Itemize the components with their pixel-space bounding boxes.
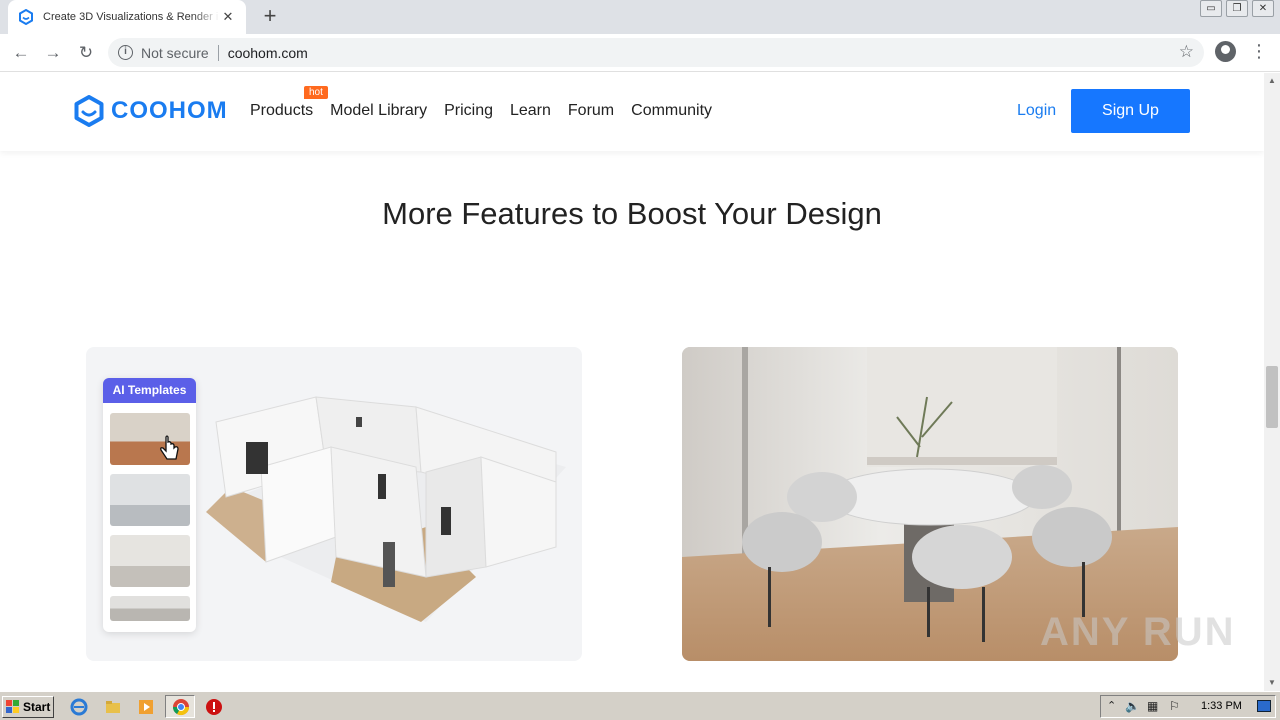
window-controls: ▭ ❐ ✕ [1200, 0, 1274, 17]
nav-pricing[interactable]: Pricing [444, 102, 493, 120]
show-desktop-icon[interactable] [1257, 700, 1271, 712]
template-thumbnail[interactable] [110, 413, 190, 465]
coohom-logo-icon [74, 95, 104, 127]
login-link[interactable]: Login [1017, 102, 1056, 120]
scroll-down-arrow-icon[interactable]: ▼ [1268, 679, 1276, 687]
ai-templates-feature-card: AI Templates [86, 347, 582, 661]
address-bar[interactable]: i Not secure coohom.com ☆ [108, 38, 1204, 67]
nav-learn[interactable]: Learn [510, 102, 551, 120]
forward-arrow-icon[interactable]: → [41, 41, 65, 65]
logo-text: COOHOM [111, 97, 228, 124]
ai-templates-panel: AI Templates [103, 378, 196, 632]
template-thumbnail[interactable] [110, 474, 190, 526]
file-explorer-icon[interactable] [104, 698, 122, 716]
start-button[interactable]: Start [2, 696, 54, 718]
section-heading: More Features to Boost Your Design [382, 196, 882, 231]
network-icon[interactable]: ▦ [1147, 699, 1158, 713]
anyrun-watermark: ANY RUN [1040, 610, 1236, 654]
nav-model-library[interactable]: Model Library [330, 102, 427, 120]
tab-close-icon[interactable]: ✕ [220, 9, 236, 25]
windows-flag-icon [6, 700, 19, 713]
scrollbar-thumb[interactable] [1266, 366, 1278, 428]
new-tab-button[interactable]: + [258, 5, 282, 29]
main-nav: Products hot Model Library Pricing Learn… [250, 86, 729, 120]
action-center-flag-icon[interactable]: ⚐ [1169, 699, 1180, 713]
windows-taskbar: Start ⌃ 🔈 ▦ ⚐ 1:33 PM [0, 691, 1280, 720]
coohom-favicon-icon [19, 9, 33, 25]
scroll-up-arrow-icon[interactable]: ▲ [1268, 77, 1276, 85]
nav-community[interactable]: Community [631, 102, 712, 120]
sign-up-button[interactable]: Sign Up [1071, 89, 1190, 133]
nav-products-label: Products [250, 102, 314, 119]
volume-icon[interactable]: 🔈 [1125, 699, 1140, 713]
info-icon[interactable]: i [118, 45, 133, 60]
tray-expand-icon[interactable]: ⌃ [1107, 699, 1116, 712]
close-window-button[interactable]: ✕ [1252, 0, 1274, 17]
taskbar-chrome-task[interactable] [165, 695, 195, 718]
omnibox-divider [217, 44, 219, 61]
nav-products[interactable]: Products hot [250, 86, 328, 120]
back-arrow-icon[interactable]: ← [9, 41, 33, 65]
template-thumbnail[interactable] [110, 596, 190, 621]
tab-strip: Create 3D Visualizations & Render in ✕ +… [0, 0, 1280, 34]
browser-toolbar: ← → ↻ i Not secure coohom.com ☆ [0, 34, 1280, 72]
tab-title: Create 3D Visualizations & Render in [43, 11, 219, 23]
clock[interactable]: 1:33 PM [1201, 700, 1242, 712]
reload-icon[interactable]: ↻ [74, 41, 98, 65]
media-player-icon[interactable] [137, 698, 155, 716]
system-tray: ⌃ 🔈 ▦ ⚐ 1:33 PM [1100, 695, 1276, 718]
page-viewport: COOHOM Products hot Model Library Pricin… [0, 73, 1264, 691]
minimize-button[interactable]: ▭ [1200, 0, 1222, 17]
restore-button[interactable]: ❐ [1226, 0, 1248, 17]
internet-explorer-icon[interactable] [70, 698, 88, 716]
start-label: Start [23, 700, 51, 714]
security-shield-icon[interactable] [205, 698, 223, 716]
url-text[interactable]: coohom.com [228, 45, 308, 61]
hot-badge: hot [304, 86, 328, 99]
template-thumbnail[interactable] [110, 535, 190, 587]
bookmark-star-icon[interactable]: ☆ [1179, 42, 1194, 62]
pointer-hand-icon [160, 435, 179, 460]
browser-tab[interactable]: Create 3D Visualizations & Render in ✕ [8, 0, 246, 34]
profile-avatar-icon[interactable] [1215, 41, 1236, 62]
ai-templates-title: AI Templates [103, 378, 196, 403]
chrome-icon [172, 699, 190, 716]
nav-forum[interactable]: Forum [568, 102, 614, 120]
site-header: COOHOM Products hot Model Library Pricin… [0, 73, 1264, 151]
security-label[interactable]: Not secure [141, 45, 209, 61]
page-scrollbar[interactable]: ▲ ▼ [1264, 73, 1280, 691]
chrome-menu-icon[interactable]: ⋮ [1250, 41, 1268, 63]
coohom-logo[interactable]: COOHOM [73, 95, 228, 127]
